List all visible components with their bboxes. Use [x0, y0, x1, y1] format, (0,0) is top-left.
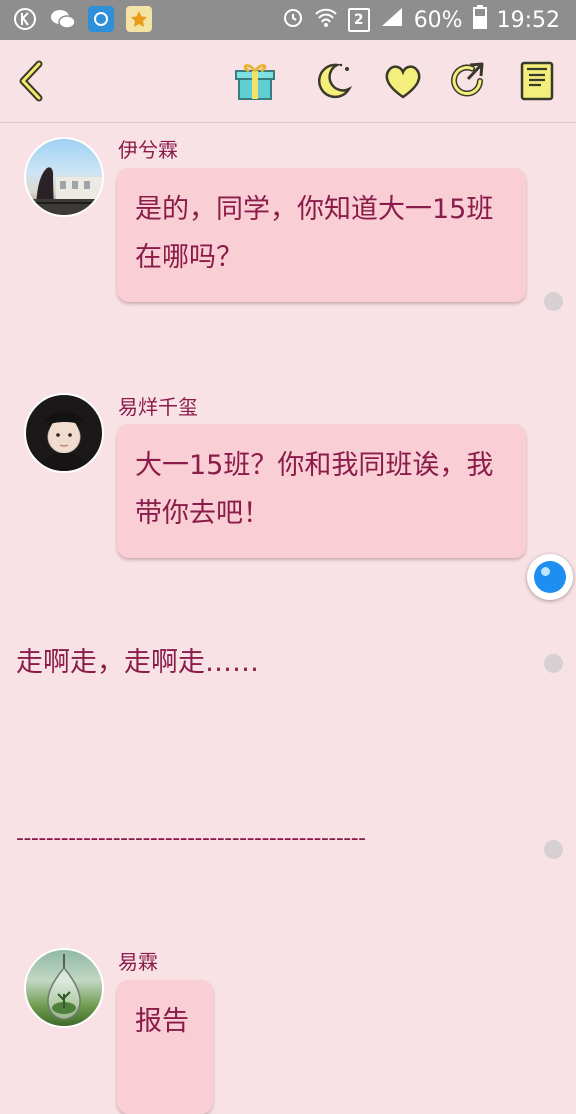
comment-dot[interactable]	[544, 840, 563, 859]
avatar[interactable]	[24, 137, 104, 217]
k-app-icon	[12, 6, 38, 32]
avatar[interactable]	[24, 948, 104, 1028]
message-bubble: 是的，同学，你知道大一15班在哪吗？	[117, 168, 526, 302]
favorite-icon	[385, 65, 421, 99]
narration-text: 走啊走，走啊走……	[16, 647, 259, 678]
wechat-icon	[50, 6, 76, 32]
signal-icon	[380, 6, 404, 34]
browser-icon	[88, 6, 114, 32]
share-button[interactable]	[441, 54, 495, 108]
gift-button[interactable]	[228, 54, 282, 108]
message-text: 是的，同学，你知道大一15班在哪吗？	[135, 194, 494, 273]
message-bubble: 报告	[117, 980, 213, 1114]
battery-icon	[472, 5, 487, 35]
battery-percent: 60%	[413, 7, 463, 33]
alarm-icon	[282, 6, 304, 34]
share-icon	[451, 62, 484, 97]
notes-button[interactable]	[510, 54, 564, 108]
back-button[interactable]	[4, 54, 58, 108]
comment-dot[interactable]	[544, 654, 563, 673]
sim-slot-indicator: 2	[347, 8, 370, 32]
clock: 19:52	[496, 7, 560, 33]
night-mode-button[interactable]	[306, 54, 360, 108]
favorite-button[interactable]	[376, 54, 430, 108]
back-icon	[19, 60, 43, 102]
section-divider: ----------------------------------------…	[16, 826, 366, 851]
sender-name: 易霖	[118, 950, 158, 974]
avatar[interactable]	[24, 393, 104, 473]
sender-name: 易烊千玺	[118, 395, 198, 419]
gift-icon	[235, 64, 275, 100]
assistive-ball-icon	[534, 561, 566, 593]
reader-toolbar	[0, 40, 576, 123]
message-text: 报告	[135, 1006, 189, 1037]
night-mode-icon	[317, 63, 353, 99]
status-bar: 2 60% 19:52	[0, 0, 576, 40]
notification-icons	[12, 6, 152, 32]
comment-dot[interactable]	[544, 292, 563, 311]
star-app-icon	[126, 6, 152, 32]
notes-icon	[520, 61, 554, 101]
system-status: 2 60% 19:52	[282, 5, 560, 35]
floating-action-button[interactable]	[527, 554, 573, 600]
message-bubble: 大一15班？你和我同班诶，我带你去吧！	[117, 424, 526, 558]
message-text: 大一15班？你和我同班诶，我带你去吧！	[135, 450, 494, 529]
sender-name: 伊兮霖	[118, 138, 178, 162]
wifi-icon	[314, 6, 338, 34]
